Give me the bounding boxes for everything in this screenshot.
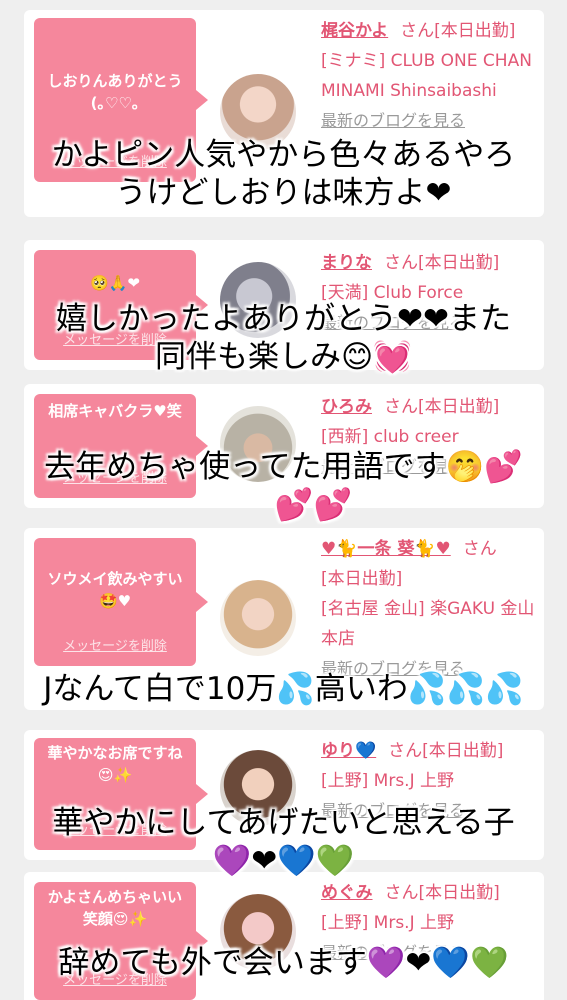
message-text: かよさんめちゃいい笑顔😍✨ bbox=[47, 888, 183, 928]
honorific: さん bbox=[384, 253, 418, 273]
honorific: さん bbox=[388, 741, 423, 761]
honorific: さん bbox=[384, 397, 418, 417]
cast-name-link[interactable]: ♥🐈一条 葵🐈♥ bbox=[321, 539, 451, 559]
message-text: ソウメイ飲みやすい🤩♥ bbox=[47, 570, 183, 610]
shop-text: [名古屋 金山] 楽GAKU 金山本店 bbox=[321, 599, 535, 649]
caption-line: 嬉しかったよありがとう❤❤また bbox=[56, 301, 511, 337]
cast-info: 梶谷かよ さん[本日出勤] [ミナミ] CLUB ONE CHAN MINAMI … bbox=[321, 16, 541, 136]
message-text: 相席キャバクラ♥笑 bbox=[48, 402, 182, 420]
avatar[interactable] bbox=[220, 580, 296, 656]
cast-name-link[interactable]: まりな bbox=[321, 253, 372, 273]
message-text: 🥺🙏❤ bbox=[90, 274, 140, 292]
caption-line: 💜❤💙💚 bbox=[212, 843, 355, 879]
caption-line: 去年めちゃ使ってた用語です🤭💕 bbox=[44, 449, 523, 485]
caption-line: 華やかにしてあげたいと思える子 bbox=[52, 805, 515, 841]
caption-line: かよピン人気やから色々あるやろ bbox=[51, 137, 516, 173]
blog-link[interactable]: 最新のブログを見る bbox=[321, 106, 541, 136]
honorific: さん bbox=[384, 883, 419, 903]
status-text: [本日出勤] bbox=[434, 21, 516, 41]
message-bubble: かよさんめちゃいい笑顔😍✨ メッセージを削除 bbox=[34, 882, 208, 1000]
honorific: さん bbox=[400, 21, 435, 41]
caption-line: 辞めても外で会います💜❤💙💚 bbox=[58, 945, 509, 981]
status-text: [本日出勤] bbox=[418, 883, 500, 903]
delete-message-link[interactable]: メッセージを削除 bbox=[34, 636, 196, 658]
caption-line: 💕💕 bbox=[274, 487, 353, 523]
message-text: 華やかなお席ですね😍✨ bbox=[47, 744, 183, 784]
caption-line: Jなんて白で10万💦高いわ💦💦💦 bbox=[43, 671, 524, 707]
message-bubble: ソウメイ飲みやすい🤩♥ メッセージを削除 bbox=[34, 538, 208, 666]
overlay-caption: 去年めちゃ使ってた用語です🤭💕 💕💕 bbox=[0, 448, 567, 524]
overlay-caption: Jなんて白で10万💦高いわ💦💦💦 bbox=[0, 670, 567, 708]
cast-name-link[interactable]: ゆり💙 bbox=[321, 741, 376, 761]
cast-name-link[interactable]: ひろみ bbox=[321, 397, 372, 417]
caption-line: うけどしおりは味方よ❤ bbox=[115, 175, 452, 211]
shop-text: [上野] Mrs.J 上野 bbox=[321, 771, 455, 791]
caption-line: 同伴も楽しみ😊💓 bbox=[155, 339, 412, 375]
shop-text: [西新] club creer bbox=[321, 427, 459, 447]
status-text: [本日出勤] bbox=[418, 253, 500, 273]
honorific: さん bbox=[462, 539, 497, 559]
status-text: [本日出勤] bbox=[418, 397, 500, 417]
cast-name-link[interactable]: めぐみ bbox=[321, 883, 373, 903]
shop-text: [上野] Mrs.J 上野 bbox=[321, 913, 455, 933]
overlay-caption: かよピン人気やから色々あるやろ うけどしおりは味方よ❤ bbox=[0, 136, 567, 212]
cast-name-link[interactable]: 梶谷かよ bbox=[321, 21, 388, 41]
overlay-caption: 嬉しかったよありがとう❤❤また 同伴も楽しみ😊💓 bbox=[0, 300, 567, 376]
overlay-caption: 辞めても外で会います💜❤💙💚 bbox=[0, 944, 567, 982]
cast-info: ♥🐈一条 葵🐈♥ さん [本日出勤] [名古屋 金山] 楽GAKU 金山本店 最新… bbox=[321, 534, 541, 684]
status-text: [本日出勤] bbox=[321, 569, 403, 589]
shop-text: [ミナミ] CLUB ONE CHAN MINAMI Shinsaibashi bbox=[321, 51, 532, 101]
overlay-caption: 華やかにしてあげたいと思える子 💜❤💙💚 bbox=[0, 804, 567, 880]
message-text: しおりんありがとう(｡♡♡｡ bbox=[47, 72, 183, 112]
status-text: [本日出勤] bbox=[422, 741, 504, 761]
